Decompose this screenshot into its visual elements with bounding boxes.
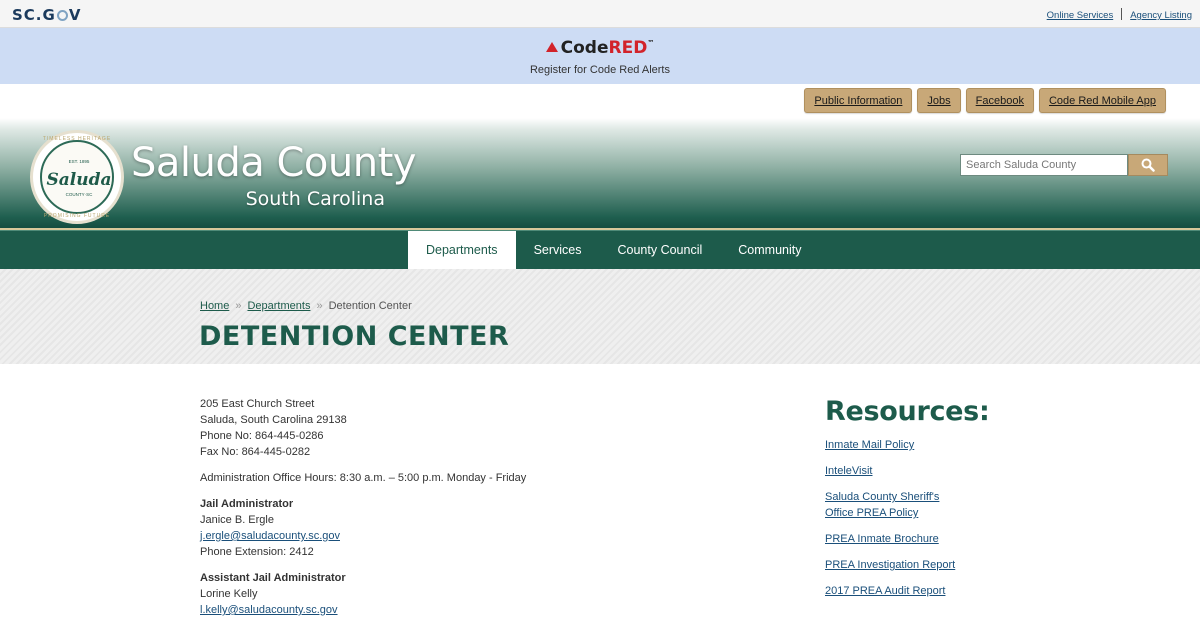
codered-trademark: ™ (647, 39, 655, 47)
seal-bottom-text: PROMISING FUTURE (43, 213, 111, 219)
agency-listing-link[interactable]: Agency Listing (1130, 10, 1192, 21)
seal-county-text: COUNTY·SC (65, 192, 93, 197)
address-block: 205 East Church Street Saluda, South Car… (200, 396, 526, 460)
site-subtitle: South Carolina (245, 188, 385, 210)
breadcrumb: Home » Departments » Detention Center (200, 300, 412, 312)
search-box (960, 154, 1168, 176)
breadcrumb-separator: » (316, 300, 323, 312)
resources-heading: Resources: (825, 396, 990, 427)
site-header: TIMELESS HERITAGE EST. 1895 Saluda COUNT… (0, 118, 1200, 230)
resource-link-sheriff-prea-policy[interactable]: Saluda County Sheriff's Office PREA Poli… (825, 489, 965, 521)
codered-subtitle[interactable]: Register for Code Red Alerts (0, 64, 1200, 76)
breadcrumb-departments[interactable]: Departments (247, 300, 310, 312)
search-button[interactable] (1128, 154, 1168, 176)
nav-community[interactable]: Community (720, 231, 819, 269)
nav-county-council[interactable]: County Council (600, 231, 721, 269)
online-services-link[interactable]: Online Services (1047, 10, 1114, 21)
page-title-band: Home » Departments » Detention Center DETENT… (0, 269, 1200, 364)
codered-logo[interactable]: CodeRED™ (0, 38, 1200, 58)
search-icon (1141, 158, 1155, 172)
scgov-logo-suffix: V (68, 6, 82, 24)
breadcrumb-separator: » (235, 300, 242, 312)
asst-admin-title: Assistant Jail Administrator (200, 572, 346, 584)
nav-services[interactable]: Services (516, 231, 600, 269)
search-input[interactable] (960, 154, 1128, 176)
codered-banner[interactable]: CodeRED™ Register for Code Red Alerts (0, 28, 1200, 84)
resource-link-prea-investigation-report[interactable]: PREA Investigation Report (825, 557, 989, 573)
resource-link-intelevisit[interactable]: InteleVisit (825, 463, 989, 479)
nav-departments[interactable]: Departments (408, 231, 516, 269)
link-divider (1121, 8, 1123, 20)
jail-admin-block: Jail Administrator Janice B. Ergle j.erg… (200, 496, 526, 560)
resource-link-prea-audit-report[interactable]: 2017 PREA Audit Report (825, 583, 989, 599)
breadcrumb-current: Detention Center (328, 300, 412, 312)
contact-info: 205 East Church Street Saluda, South Car… (200, 396, 526, 620)
address-line-1: 205 East Church Street (200, 398, 315, 410)
quick-links-bar: Public Information Jobs Facebook Code Re… (0, 84, 1200, 118)
fax-number: Fax No: 864-445-0282 (200, 446, 311, 458)
resources-sidebar: Resources: Inmate Mail Policy InteleVisi… (825, 396, 990, 609)
jail-admin-title: Jail Administrator (200, 498, 294, 510)
seal-word: Saluda (46, 170, 112, 190)
jail-admin-email-link[interactable]: j.ergle@saludacounty.sc.gov (200, 530, 340, 542)
code-red-mobile-app-button[interactable]: Code Red Mobile App (1038, 88, 1166, 113)
phone-number: Phone No: 864-445-0286 (200, 430, 324, 442)
site-title[interactable]: Saluda County (131, 140, 416, 186)
asst-admin-email-link[interactable]: l.kelly@saludacounty.sc.gov (200, 604, 338, 616)
scgov-logo-prefix: SC.G (12, 6, 56, 24)
main-content: 205 East Church Street Saluda, South Car… (0, 364, 1200, 620)
seal-est-text: EST. 1895 (68, 159, 90, 164)
resource-link-inmate-mail-policy[interactable]: Inmate Mail Policy (825, 437, 989, 453)
asst-admin-name: Lorine Kelly (200, 588, 258, 600)
scgov-logo[interactable]: SC.G V (12, 6, 81, 24)
main-nav: Departments Services County Council Comm… (0, 230, 1200, 269)
address-line-2: Saluda, South Carolina 29138 (200, 414, 347, 426)
scgov-links: Online Services Agency Listing (1047, 8, 1192, 21)
seal-inner-ring: EST. 1895 Saluda COUNTY·SC (40, 140, 114, 214)
scgov-bar: SC.G V Online Services Agency Listing (0, 0, 1200, 28)
page-title: DETENTION CENTER (199, 321, 510, 352)
breadcrumb-home[interactable]: Home (200, 300, 229, 312)
public-information-button[interactable]: Public Information (804, 88, 913, 113)
moon-icon (56, 10, 68, 21)
codered-logo-code: Code (560, 38, 609, 58)
codered-triangle-icon (545, 42, 558, 52)
asst-admin-block: Assistant Jail Administrator Lorine Kell… (200, 570, 526, 618)
jail-admin-extension: Phone Extension: 2412 (200, 546, 314, 558)
county-seal-logo[interactable]: TIMELESS HERITAGE EST. 1895 Saluda COUNT… (30, 130, 124, 224)
office-hours: Administration Office Hours: 8:30 a.m. –… (200, 472, 527, 484)
jobs-button[interactable]: Jobs (917, 88, 961, 113)
facebook-button[interactable]: Facebook (965, 88, 1034, 113)
resource-link-prea-brochure[interactable]: PREA Inmate Brochure (825, 531, 989, 547)
codered-logo-red: RED (608, 38, 648, 58)
jail-admin-name: Janice B. Ergle (200, 514, 274, 526)
